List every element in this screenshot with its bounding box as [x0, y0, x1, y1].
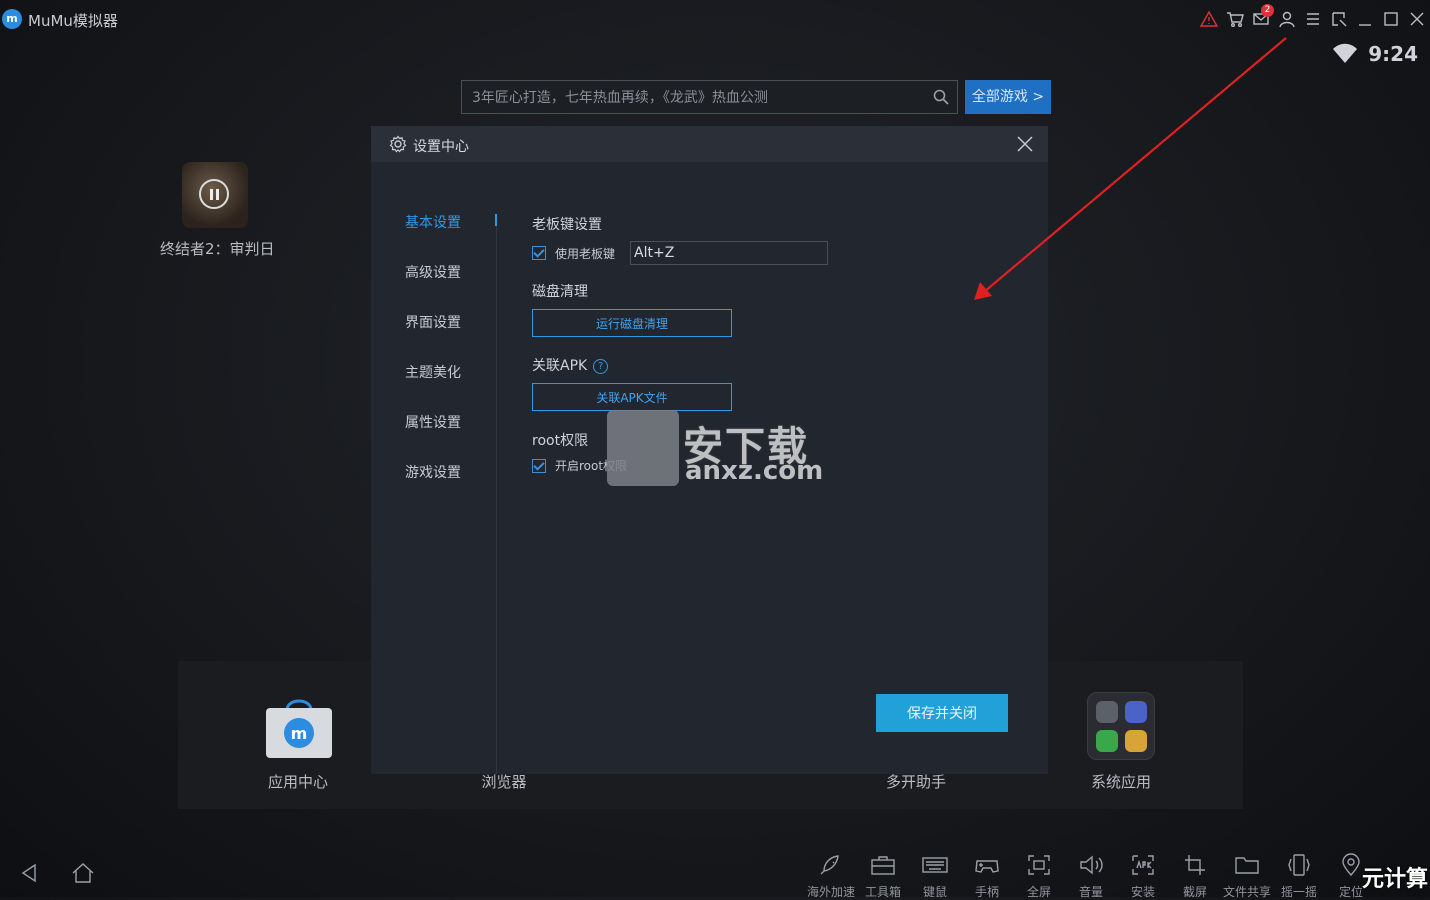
game-thumbnail[interactable] — [182, 162, 248, 228]
volume-icon — [1080, 855, 1103, 875]
warning-icon[interactable] — [1196, 6, 1222, 32]
settings-dialog-title: 设置中心 — [413, 139, 469, 155]
tool-volume[interactable]: 音量 — [1065, 853, 1117, 900]
watermark-url: anxz.com — [685, 456, 824, 486]
disk-clean-section: 磁盘清理 运行磁盘清理 — [532, 281, 732, 337]
wifi-icon — [1333, 43, 1358, 63]
all-games-button[interactable]: 全部游戏 > — [965, 80, 1051, 114]
run-disk-clean-button[interactable]: 运行磁盘清理 — [532, 309, 732, 337]
rocket-icon — [820, 855, 839, 875]
crop-icon — [1185, 855, 1205, 875]
app-center-icon[interactable]: m — [265, 694, 333, 760]
tool-label: 摇一摇 — [1280, 885, 1317, 899]
gamepad-icon — [975, 860, 999, 873]
system-apps-icon[interactable] — [1087, 692, 1155, 760]
bottom-toolbar: 海外加速 工具箱 键鼠 手柄 全屏 音量 安装 截屏 文件共享 摇一摇 定位 元… — [0, 845, 1430, 900]
tool-keyboard-mouse[interactable]: 键鼠 — [909, 853, 961, 900]
tool-shake[interactable]: 摇一摇 — [1273, 853, 1325, 900]
tool-overseas-boost[interactable]: 海外加速 — [805, 853, 857, 900]
nav-game-settings[interactable]: 游戏设置 — [405, 462, 499, 512]
minimize-icon[interactable] — [1352, 6, 1378, 32]
disk-clean-title: 磁盘清理 — [532, 284, 588, 300]
watermark: 安下载 anxz.com — [607, 410, 824, 490]
tool-install-apk[interactable]: 安装 — [1117, 853, 1169, 900]
apk-section: 关联APK? 关联APK文件 — [532, 355, 732, 411]
tool-label: 文件共享 — [1222, 885, 1271, 899]
root-checkbox[interactable] — [532, 458, 546, 473]
nav-divider — [496, 226, 497, 774]
nav-property-settings[interactable]: 属性设置 — [405, 412, 499, 462]
boss-key-section: 老板键设置 使用老板键 — [532, 214, 829, 265]
fullscreen-icon — [1028, 855, 1050, 875]
settings-dialog-header: 设置中心 — [371, 126, 1048, 162]
apk-title: 关联APK? — [532, 355, 732, 375]
keyboard-icon — [922, 857, 948, 873]
settings-nav: 基本设置 高级设置 界面设置 主题美化 属性设置 游戏设置 — [405, 212, 499, 512]
boss-key-checkbox-label: 使用老板键 — [555, 246, 616, 261]
nav-advanced-settings[interactable]: 高级设置 — [405, 262, 499, 312]
tool-label: 海外加速 — [806, 885, 855, 899]
tool-file-share[interactable]: 文件共享 — [1221, 853, 1273, 900]
back-icon[interactable] — [18, 861, 42, 885]
android-status-bar: 9:24 — [1332, 42, 1418, 66]
associate-apk-button[interactable]: 关联APK文件 — [532, 383, 732, 411]
boss-key-title: 老板键设置 — [532, 217, 602, 233]
apk-title-text: 关联APK — [532, 358, 588, 374]
boss-key-input[interactable] — [630, 241, 829, 265]
restore-window-icon[interactable] — [1326, 6, 1352, 32]
tool-label: 音量 — [1078, 885, 1103, 899]
title-bar: m MuMu模拟器 2 — [0, 0, 1430, 38]
close-window-icon[interactable] — [1404, 6, 1430, 32]
tool-gamepad[interactable]: 手柄 — [961, 853, 1013, 900]
apk-icon — [1132, 855, 1154, 875]
tool-label: 手柄 — [974, 885, 999, 899]
tool-toolbox[interactable]: 工具箱 — [857, 853, 909, 900]
clock: 9:24 — [1368, 42, 1418, 66]
corner-watermark: 元计算 — [1361, 867, 1428, 892]
search-input[interactable] — [470, 87, 924, 109]
toolbox-icon — [871, 856, 895, 875]
gear-icon — [389, 135, 407, 153]
boss-key-checkbox[interactable] — [532, 246, 546, 260]
shield-icon — [607, 410, 679, 486]
menu-icon[interactable] — [1300, 6, 1326, 32]
dock-label-multi-instance[interactable]: 多开助手 — [846, 771, 986, 792]
mail-icon[interactable]: 2 — [1248, 4, 1274, 32]
dock-label-app-center[interactable]: 应用中心 — [228, 771, 368, 792]
dock-label-system-apps[interactable]: 系统应用 — [1051, 771, 1191, 792]
tool-screenshot[interactable]: 截屏 — [1169, 853, 1221, 900]
svg-text:m: m — [291, 724, 308, 743]
tool-fullscreen[interactable]: 全屏 — [1013, 853, 1065, 900]
nav-interface-settings[interactable]: 界面设置 — [405, 312, 499, 362]
tool-label: 安装 — [1130, 885, 1155, 899]
home-icon[interactable] — [71, 861, 95, 885]
app-title: MuMu模拟器 — [28, 12, 118, 30]
tool-label: 键鼠 — [922, 885, 947, 899]
help-icon[interactable]: ? — [593, 358, 609, 374]
tool-label: 截屏 — [1182, 885, 1207, 899]
close-icon[interactable] — [1016, 135, 1034, 153]
dock-label-browser[interactable]: 浏览器 — [434, 771, 574, 792]
maximize-icon[interactable] — [1378, 6, 1404, 32]
pause-icon — [199, 179, 229, 209]
mumu-logo-icon: m — [2, 9, 22, 29]
game-label: 终结者2：审判日 — [160, 240, 275, 258]
folder-icon — [1235, 857, 1259, 874]
tool-label: 工具箱 — [864, 885, 901, 899]
save-and-close-button[interactable]: 保存并关闭 — [876, 694, 1008, 732]
notification-badge: 2 — [1261, 4, 1274, 17]
nav-theme[interactable]: 主题美化 — [405, 362, 499, 412]
user-icon[interactable] — [1274, 6, 1300, 32]
search-box — [461, 80, 958, 114]
location-pin-icon — [1342, 853, 1360, 877]
nav-basic-settings[interactable]: 基本设置 — [405, 212, 499, 262]
tool-label: 全屏 — [1026, 885, 1051, 899]
cart-icon[interactable] — [1222, 6, 1248, 32]
titlebar-controls: 2 — [1196, 4, 1430, 32]
desktop-game-terminator2[interactable]: 终结者2：审判日 — [160, 162, 275, 259]
shake-icon — [1288, 854, 1310, 876]
search-icon[interactable] — [933, 89, 949, 105]
